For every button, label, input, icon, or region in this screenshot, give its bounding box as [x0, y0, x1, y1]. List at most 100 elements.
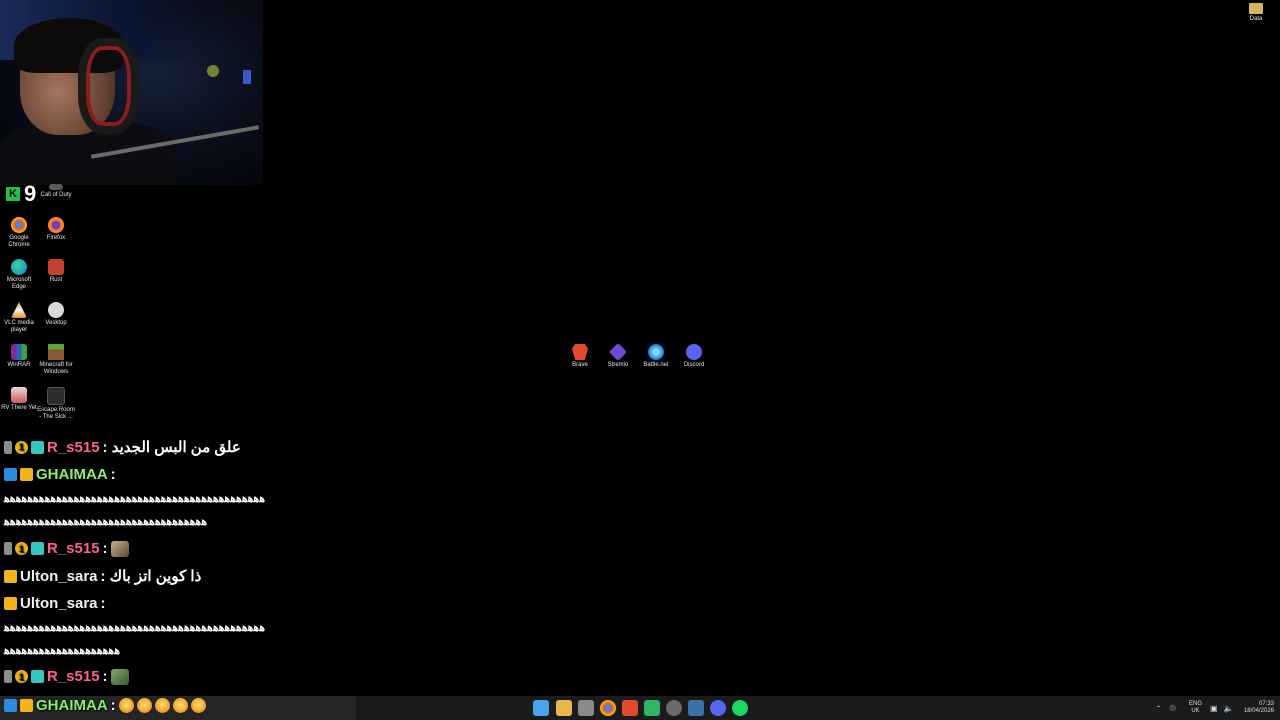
escape-room-icon [47, 387, 65, 405]
moderator-badge-icon [4, 468, 17, 481]
chat-text-continued: ﻫﻫﻫﻫﻫﻫﻫﻫﻫﻫﻫﻫﻫﻫﻫﻫﻫﻫﻫﻫﻫﻫﻫﻫﻫﻫﻫﻫﻫﻫﻫﻫﻫﻫﻫﻫﻫﻫﻫﻫ… [4, 493, 267, 505]
desktop-icon-vesktop[interactable]: Vesktop [37, 302, 75, 327]
desktop-icon-firefox[interactable]: Firefox [37, 217, 75, 242]
language-region: UK [1191, 708, 1200, 714]
chat-username: Ulton_sara [20, 567, 98, 585]
chevron-up-icon[interactable]: ⌃ [1156, 705, 1161, 712]
desktop-icon-minecraft[interactable]: Minecraft for Windows [37, 344, 75, 376]
desktop-icon-rv-there-yet[interactable]: RV There Yet [0, 387, 38, 412]
chat-emote-icon [110, 540, 129, 557]
system-tray: ⌃ ⚫ [1156, 696, 1177, 720]
chat-text-continued: ﻫﻫﻫﻫﻫﻫﻫﻫﻫﻫﻫﻫﻫﻫﻫﻫﻫﻫﻫﻫ [4, 645, 122, 657]
chat-username: R_s515 [47, 668, 100, 685]
file-explorer-icon[interactable] [556, 700, 572, 716]
grid-badge-icon [31, 440, 44, 454]
counter-value: 9 [24, 181, 37, 206]
chat-text: : ذا كوين اتز باك [100, 568, 202, 585]
desktop-icon-label: Brave [572, 362, 588, 368]
desktop-icon-winrar[interactable]: WinRAR [0, 344, 38, 369]
spotify-icon[interactable] [732, 700, 748, 716]
start-icon[interactable] [533, 700, 549, 716]
desktop-icon-label: Battle.net [643, 362, 669, 368]
desktop-icon-vlc[interactable]: VLC media player [0, 302, 38, 334]
desktop-icon-microsoft-edge[interactable]: Microsoft Edge [0, 259, 38, 291]
chrome-icon [11, 217, 27, 233]
desktop-icon-label: Microsoft Edge [6, 277, 32, 290]
desktop-icon-label: Minecraft for Windows [39, 362, 73, 375]
folder-icon [1249, 3, 1263, 14]
emoji-face-icon [190, 698, 206, 713]
discord-icon [686, 344, 702, 360]
clock[interactable]: 07:33 18/04/2026 [1238, 696, 1274, 720]
winrar-icon [11, 344, 27, 360]
crown-badge-icon [20, 699, 33, 712]
chat-text: : [102, 540, 108, 557]
language-code: ENG [1189, 701, 1203, 707]
desktop-icon-stremio[interactable]: Stremio [599, 342, 637, 369]
chat-text: : [110, 697, 116, 714]
chat-text: : علق من البس الجديد [102, 439, 241, 456]
chat-username: GHAIMAA [36, 697, 108, 714]
desktop-icon-google-chrome[interactable]: Google Chrome [0, 217, 38, 249]
desktop-icon-label: Vesktop [45, 320, 67, 326]
language-indicator[interactable]: ENG UK [1189, 696, 1202, 720]
number-badge-icon: 1 [15, 542, 28, 555]
clock-date: 18/04/2026 [1243, 708, 1274, 714]
chat-message: 1 R_s515 : [4, 540, 129, 557]
clock-time: 07:33 [1258, 701, 1274, 707]
desktop-icon-escape-room[interactable]: Escape Room - The Sick ... [37, 387, 75, 421]
emoji-face-icon [154, 698, 170, 713]
desktop-icon-label: Firefox [46, 235, 66, 241]
desktop-icon-discord[interactable]: Discord [675, 344, 713, 369]
moderator-badge-icon [4, 699, 17, 712]
edge-icon [11, 259, 27, 275]
headphones [78, 38, 139, 134]
discord-icon[interactable] [710, 700, 726, 716]
battle-net-icon [648, 344, 664, 360]
brave-icon[interactable] [622, 700, 638, 716]
tool-badge-icon [4, 440, 12, 454]
desktop-icon-battle-net[interactable]: Battle.net [637, 344, 675, 369]
chat-message: Ulton_sara : ذا كوين اتز باك [4, 567, 201, 585]
microphone-icon[interactable]: ⚫ [1169, 705, 1176, 712]
call-of-duty-icon [49, 184, 63, 190]
desktop-icon-label: Rust [49, 277, 63, 283]
crown-badge-icon [4, 569, 17, 583]
desktop-icon-brave[interactable]: Brave [561, 344, 599, 369]
desktop-icon-rust[interactable]: Rust [37, 259, 75, 284]
calendar-app-icon[interactable] [578, 700, 594, 716]
chat-emote-icon [110, 668, 129, 685]
desktop-icon-call-of-duty[interactable]: Call of Duty [37, 184, 75, 199]
desktop-icon-label: RV There Yet [1, 405, 37, 411]
rust-icon [48, 259, 64, 275]
desktop-icon-data[interactable]: Data [1243, 3, 1269, 22]
desktop-icon-label: Call of Duty [40, 192, 72, 198]
network-icon[interactable]: ▣ [1210, 704, 1218, 713]
chrome-icon[interactable] [600, 700, 616, 716]
volume-icon[interactable]: 🔈 [1224, 704, 1234, 713]
emoji-face-icon [172, 698, 188, 713]
desktop-icon-label: Stremio [607, 362, 629, 368]
emoji-face-icon [118, 698, 134, 713]
steam-icon[interactable] [688, 700, 704, 716]
desktop-icon-label: Escape Room - The Sick ... [37, 407, 75, 420]
brave-lion-icon [572, 344, 588, 360]
number-badge-icon: 1 [15, 440, 28, 454]
tray-icons: ▣ 🔈 [1210, 696, 1234, 720]
chat-text-continued: ﻫﻫﻫﻫﻫﻫﻫﻫﻫﻫﻫﻫﻫﻫﻫﻫﻫﻫﻫﻫﻫﻫﻫﻫﻫﻫﻫﻫﻫﻫﻫﻫﻫﻫﻫﻫﻫﻫﻫﻫ… [4, 622, 267, 634]
chat-username: R_s515 [47, 438, 100, 456]
chat-text: : [110, 466, 116, 483]
rv-there-yet-icon [11, 387, 27, 403]
chat-username: Ulton_sara [20, 595, 98, 612]
obs-icon[interactable] [666, 700, 682, 716]
chat-message: GHAIMAA : [4, 697, 206, 714]
tool-badge-icon [4, 670, 12, 683]
chat-text: : [100, 595, 106, 612]
webcam-lamp [207, 65, 219, 77]
chat-message: 1 R_s515 : علق من البس الجديد [4, 438, 241, 456]
vesktop-icon [48, 302, 64, 318]
desktop-icon-label: Discord [683, 362, 705, 368]
xbox-app-icon[interactable] [644, 700, 660, 716]
chat-username: GHAIMAA [36, 466, 108, 483]
desktop-icon-label: VLC media player [4, 320, 34, 333]
